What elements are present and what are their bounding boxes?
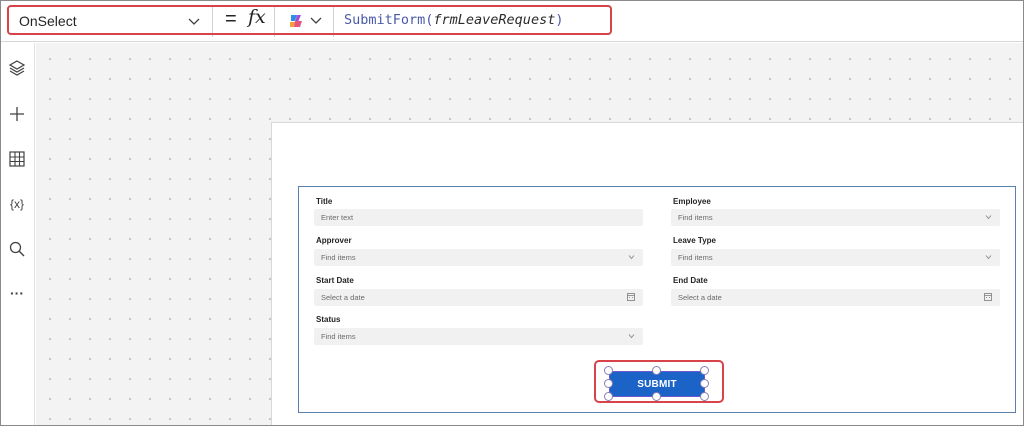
formula-input[interactable]: SubmitForm(frmLeaveRequest) [344,12,563,28]
left-rail: {x} ··· [1,43,35,425]
title-label: Title [316,197,333,206]
employee-combobox[interactable]: Find items [671,209,1000,226]
layers-icon[interactable] [5,56,29,80]
leave-type-placeholder: Find items [678,253,713,262]
status-placeholder: Find items [321,332,356,341]
variables-icon[interactable]: {x} [5,192,29,216]
search-icon[interactable] [5,237,29,261]
calendar-icon[interactable] [984,293,992,301]
end-date-placeholder: Select a date [678,293,722,302]
chevron-down-icon[interactable] [310,16,322,26]
start-date-label: Start Date [316,276,354,285]
formula-function: SubmitForm( [344,12,434,28]
leave-type-combobox[interactable]: Find items [671,249,1000,266]
approver-combobox[interactable]: Find items [314,249,643,266]
title-input[interactable]: Enter text [314,209,643,226]
table-icon[interactable] [5,147,29,171]
resize-handle[interactable] [604,379,613,388]
property-name: OnSelect [19,13,77,29]
formula-argument: frmLeaveRequest [433,12,556,28]
chevron-down-icon [628,334,635,339]
status-combobox[interactable]: Find items [314,328,643,345]
resize-handle[interactable] [604,366,613,375]
end-date-picker[interactable]: Select a date [671,289,1000,306]
resize-handle[interactable] [652,392,661,401]
status-label: Status [316,315,341,324]
resize-handle[interactable] [604,392,613,401]
start-date-placeholder: Select a date [321,293,365,302]
plus-icon[interactable] [5,102,29,126]
calendar-icon[interactable] [627,293,635,301]
approver-placeholder: Find items [321,253,356,262]
end-date-label: End Date [673,276,708,285]
chevron-down-icon [628,255,635,260]
more-icon[interactable]: ··· [5,281,29,305]
chevron-down-icon [985,215,992,220]
employee-label: Employee [673,197,711,206]
fx-icon[interactable]: fx [248,6,266,28]
chevron-down-icon [985,255,992,260]
title-placeholder: Enter text [321,213,354,222]
copilot-icon[interactable] [288,13,304,29]
employee-placeholder: Find items [678,213,713,222]
equals-sign: = [225,8,237,30]
resize-handle[interactable] [700,379,709,388]
divider [333,5,334,37]
formula-bar: OnSelect = fx SubmitForm(frmLeaveRequest… [1,1,1023,42]
chevron-down-icon [188,18,200,25]
leave-type-label: Leave Type [673,236,716,245]
resize-handle[interactable] [652,366,661,375]
divider [212,5,213,37]
formula-close: ) [555,12,564,28]
start-date-picker[interactable]: Select a date [314,289,643,306]
approver-label: Approver [316,236,352,245]
property-dropdown[interactable]: OnSelect [9,6,212,36]
divider [274,5,275,37]
resize-handle[interactable] [700,366,709,375]
resize-handle[interactable] [700,392,709,401]
